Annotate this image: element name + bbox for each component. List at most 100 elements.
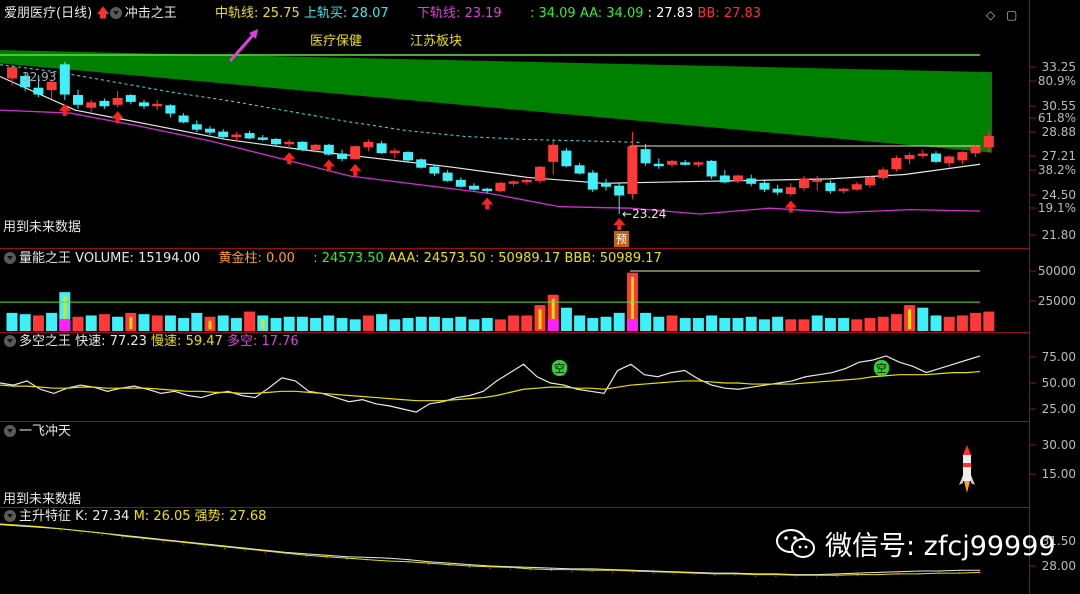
candle-body: [257, 137, 268, 140]
aaa-label: AAA:: [387, 251, 420, 266]
lower-label: 下轨线:: [416, 6, 461, 21]
candle-body: [746, 178, 757, 184]
kong-marker-1: 空: [552, 360, 567, 376]
value-2: : 27.83: [647, 6, 694, 21]
candle-body: [706, 160, 717, 177]
volume-axis-label: 50000: [1037, 264, 1076, 278]
volume-bar: [296, 316, 308, 331]
volume-bar: [336, 318, 348, 331]
main-header: 爱朋医疗(日线) 🡅 冲击之王 中轨线: 25.75 上轨买: 28.07 下轨线…: [4, 6, 761, 22]
candle-body: [429, 166, 440, 174]
main-axis-label: 28.88: [1041, 125, 1076, 139]
candle-body: [152, 103, 163, 107]
candle-body: [165, 105, 176, 114]
bbb-label: BBB:: [564, 251, 596, 266]
mid-label: 中轨线:: [214, 6, 259, 21]
aa-value: 34.09: [606, 6, 644, 21]
volume-bar: [956, 315, 968, 331]
volume-bar: [362, 315, 374, 331]
volume-bar: [178, 318, 190, 331]
yifei-dropdown-icon[interactable]: [4, 425, 16, 437]
volume-bar: [217, 315, 229, 331]
volume-bar: [970, 312, 982, 331]
candle-body: [957, 152, 968, 161]
volume-bar: [442, 318, 454, 331]
zhusheng-header: 主升特征 K: 27.34 M: 26.05 强势: 27.68: [4, 509, 266, 525]
future-data-note-1: 用到未来数据: [3, 220, 82, 235]
candle-body: [733, 175, 743, 181]
volume-bar: [151, 315, 163, 331]
volume-bar: [917, 307, 929, 331]
volume-bar: [943, 316, 955, 331]
volume-bar: [877, 316, 889, 331]
candle-body: [521, 179, 532, 183]
candle-body: [403, 152, 413, 161]
volume-bar: [283, 316, 295, 331]
main-axis-label: 33.25: [1041, 60, 1076, 74]
volume-dropdown-icon[interactable]: [4, 252, 16, 264]
buy-arrow: [784, 200, 797, 213]
candle-body: [759, 182, 770, 190]
candle-body: [970, 146, 981, 154]
candle-body: [86, 102, 97, 108]
low-price-label: ←23.24: [622, 207, 667, 221]
volume-v2: : 50989.17: [489, 251, 561, 266]
channel-band-fill: [0, 50, 992, 153]
main-axis-label: 61.8%: [1037, 111, 1076, 125]
zhusheng-dropdown-icon[interactable]: [4, 510, 16, 522]
candle-body: [917, 153, 928, 157]
gold-column: [261, 319, 265, 329]
candle-body: [548, 144, 559, 162]
volume-bar: [402, 318, 414, 331]
candle-body: [310, 144, 321, 151]
volume-panel-name[interactable]: 量能之王: [19, 251, 71, 266]
candle-body: [983, 135, 994, 148]
gold-column: [208, 320, 212, 329]
volume-header: 量能之王 VOLUME: 15194.00 黄金柱: 0.00 : 24573.…: [4, 251, 662, 267]
volume-bar: [890, 314, 902, 331]
candle-body: [614, 185, 625, 196]
candle-body: [297, 141, 308, 151]
yifei-panel-name[interactable]: 一飞冲天: [19, 424, 71, 439]
candle-body: [139, 102, 149, 107]
value-1: : 34.09: [529, 6, 576, 21]
candle-body: [218, 131, 229, 137]
duokong-panel-name[interactable]: 多空之王: [19, 334, 71, 349]
maximize-icon[interactable]: ▢: [1006, 8, 1017, 22]
volume-bar: [824, 318, 836, 331]
candle-body: [337, 153, 347, 159]
duokong-dropdown-icon[interactable]: [4, 335, 16, 347]
candle-body: [640, 149, 651, 164]
main-axis-label: 80.9%: [1037, 74, 1076, 88]
volume-bar: [758, 319, 770, 331]
candle-body: [323, 144, 334, 155]
volume-highlight: [547, 319, 559, 331]
k-label: K:: [75, 509, 89, 524]
buy-arrow: [481, 197, 494, 210]
buy-arrow: [58, 103, 71, 116]
candle-body: [442, 172, 453, 181]
zhusheng-panel-name[interactable]: 主升特征: [19, 509, 71, 524]
volume-bar: [415, 316, 427, 331]
upper-label: 上轨买:: [303, 6, 348, 21]
diamond-icon[interactable]: ◇: [986, 8, 995, 22]
volume-bar: [521, 315, 533, 331]
candle-body: [772, 188, 783, 193]
volume-bar: [6, 312, 18, 331]
candle-body: [495, 182, 506, 192]
candle-body: [574, 165, 585, 174]
candle-body: [59, 64, 70, 95]
volume-bar: [230, 318, 242, 331]
candle-body: [535, 166, 545, 181]
up-arrow-icon: 🡅: [96, 6, 110, 21]
volume-bar: [706, 315, 718, 331]
candle-body: [271, 138, 281, 145]
candle-body: [851, 184, 862, 190]
volume-bar: [191, 312, 203, 331]
aa-label: AA:: [579, 6, 603, 21]
indicator-name[interactable]: 冲击之王: [125, 6, 177, 21]
indicator-dropdown-icon[interactable]: [109, 7, 122, 19]
volume-bar: [613, 312, 625, 331]
volume-axis-label: 25000: [1037, 294, 1076, 308]
volume-bar: [851, 319, 863, 331]
